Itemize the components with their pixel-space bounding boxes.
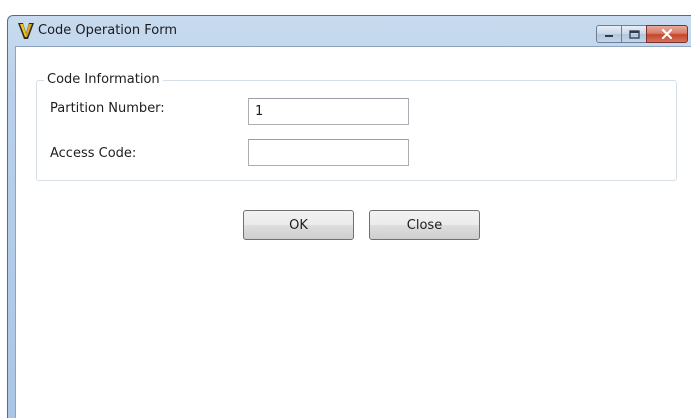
- access-code-field[interactable]: [248, 139, 409, 166]
- close-window-button[interactable]: [646, 25, 688, 43]
- caption-buttons: [596, 25, 688, 45]
- minimize-button[interactable]: [596, 25, 622, 43]
- dialog-client-area: Code Information Partition Number: 1 Acc…: [15, 46, 691, 418]
- close-icon: [661, 29, 673, 39]
- dialog-window: Code Operation Form Code Information Par…: [7, 15, 691, 418]
- maximize-button[interactable]: [621, 25, 647, 43]
- partition-number-field[interactable]: 1: [248, 98, 409, 125]
- maximize-icon: [628, 29, 640, 39]
- v-logo-icon: [18, 23, 34, 39]
- close-button[interactable]: Close: [369, 210, 480, 240]
- window-title: Code Operation Form: [38, 23, 177, 38]
- ok-button[interactable]: OK: [243, 210, 354, 240]
- group-legend: Code Information: [44, 72, 163, 87]
- minimize-icon: [605, 35, 613, 37]
- partition-number-label: Partition Number:: [50, 101, 165, 116]
- title-bar[interactable]: Code Operation Form: [8, 16, 691, 46]
- access-code-label: Access Code:: [50, 146, 137, 161]
